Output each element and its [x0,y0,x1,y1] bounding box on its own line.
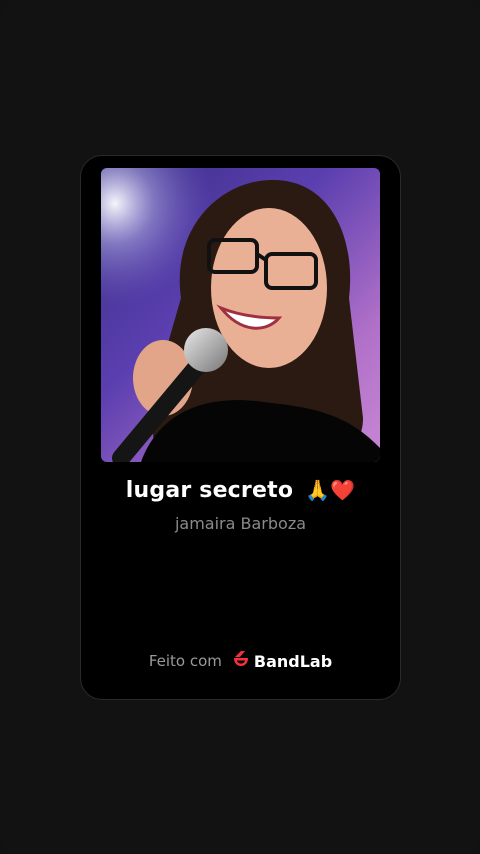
screen: lugar secreto 🙏❤️ jamaira Barboza Feito … [0,0,480,854]
made-with-footer: Feito com BandLab [81,650,400,672]
track-title: lugar secreto [125,478,294,503]
made-with-label: Feito com [148,652,222,670]
title-emojis: 🙏❤️ [305,478,356,502]
cover-art [101,168,380,462]
track-title-row: lugar secreto 🙏❤️ [81,478,400,503]
bandlab-logo-icon [232,650,250,672]
artist-name[interactable]: jamaira Barboza [81,514,400,533]
brand-name: BandLab [253,651,333,671]
bandlab-brand-link[interactable]: BandLab [232,650,332,672]
cover-art-illustration [101,168,380,462]
track-card[interactable]: lugar secreto 🙏❤️ jamaira Barboza Feito … [80,155,401,700]
